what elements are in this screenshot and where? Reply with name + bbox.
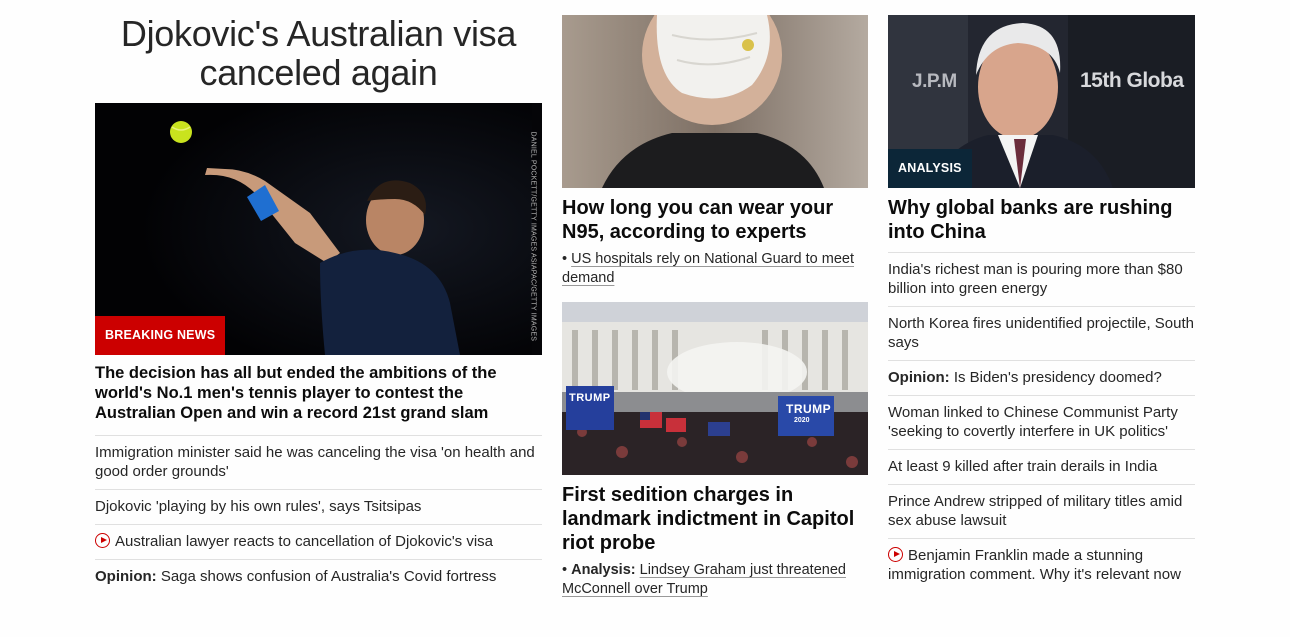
bullet: • [562, 562, 568, 578]
analysis-label: Analysis: [571, 562, 636, 578]
list-item[interactable]: India's richest man is pouring more than… [888, 253, 1195, 307]
n95-headline[interactable]: How long you can wear your N95, accordin… [562, 196, 868, 244]
main-headline[interactable]: Djokovic's Australian visa canceled agai… [95, 14, 542, 92]
list-item-text: Saga shows confusion of Australia's Covi… [156, 568, 497, 585]
list-item-text: Is Biden's presidency doomed? [949, 369, 1162, 386]
top-story-column: Djokovic's Australian visa canceled agai… [95, 0, 542, 594]
list-item[interactable]: North Korea fires unidentified projectil… [888, 307, 1195, 361]
right-column: J.P.M 15th Globa ANALYSIS Why global ban… [888, 0, 1195, 592]
n95-mask-photo-image [562, 15, 868, 188]
list-item[interactable]: Benjamin Franklin made a stunning immigr… [888, 539, 1195, 592]
n95-mask-photo[interactable] [562, 15, 868, 188]
capitol-riot-photo[interactable]: TRUMP TRUMP 2020 [562, 302, 868, 475]
list-item-text: North Korea fires unidentified projectil… [888, 315, 1195, 351]
trump-sign-2: TRUMP [786, 402, 832, 416]
list-item-text: Benjamin Franklin made a stunning immigr… [888, 547, 1181, 583]
djokovic-photo[interactable]: DANIEL POCKETT/GETTY IMAGES ASIAPAC/GETT… [95, 103, 542, 355]
photo-credit: DANIEL POCKETT/GETTY IMAGES ASIAPAC/GETT… [529, 131, 537, 342]
top-story-summary[interactable]: The decision has all but ended the ambit… [95, 363, 542, 436]
opinion-label: Opinion: [888, 369, 950, 386]
list-item[interactable]: Woman linked to Chinese Communist Party … [888, 396, 1195, 450]
list-item-text: Immigration minister said he was canceli… [95, 444, 535, 480]
photo-sign-global: 15th Globa [1080, 69, 1184, 92]
sedition-headline[interactable]: First sedition charges in landmark indic… [562, 483, 868, 555]
list-item-text: India's richest man is pouring more than… [888, 261, 1183, 297]
banker-photo[interactable]: J.P.M 15th Globa ANALYSIS [888, 15, 1195, 188]
list-item-text: Prince Andrew stripped of military title… [888, 493, 1183, 529]
list-item[interactable]: Australian lawyer reacts to cancellation… [95, 525, 542, 560]
list-item[interactable]: Opinion: Is Biden's presidency doomed? [888, 361, 1195, 396]
list-item[interactable]: Opinion: Saga shows confusion of Austral… [95, 560, 542, 594]
banks-headline[interactable]: Why global banks are rushing into China [888, 196, 1195, 244]
capitol-riot-photo-image [562, 302, 868, 475]
middle-column: How long you can wear your N95, accordin… [562, 0, 868, 599]
play-icon [95, 533, 110, 548]
right-column-list: India's richest man is pouring more than… [888, 252, 1195, 592]
list-item[interactable]: Prince Andrew stripped of military title… [888, 485, 1195, 539]
n95-sub-link[interactable]: US hospitals rely on National Guard to m… [562, 251, 854, 286]
list-item-text: At least 9 killed after train derails in… [888, 458, 1158, 475]
list-item[interactable]: Immigration minister said he was canceli… [95, 436, 542, 490]
breaking-news-badge: BREAKING NEWS [95, 316, 226, 355]
analysis-badge: ANALYSIS [888, 149, 972, 188]
photo-sign-jpm: J.P.M [912, 71, 957, 92]
list-item-text: Woman linked to Chinese Communist Party … [888, 404, 1178, 440]
list-item[interactable]: At least 9 killed after train derails in… [888, 450, 1195, 485]
sedition-subheadline[interactable]: • Analysis: Lindsey Graham just threaten… [562, 561, 868, 599]
trump-sign-year: 2020 [794, 417, 810, 424]
play-icon [888, 547, 903, 562]
n95-subheadline[interactable]: • US hospitals rely on National Guard to… [562, 250, 868, 288]
top-story-related-list: Immigration minister said he was canceli… [95, 436, 542, 594]
bullet: • [562, 251, 568, 267]
list-item-text: Djokovic 'playing by his own rules', say… [95, 498, 422, 515]
opinion-label: Opinion: [95, 568, 157, 585]
trump-sign-1: TRUMP [569, 392, 611, 404]
list-item[interactable]: Djokovic 'playing by his own rules', say… [95, 490, 542, 525]
list-item-text: Australian lawyer reacts to cancellation… [115, 533, 494, 550]
